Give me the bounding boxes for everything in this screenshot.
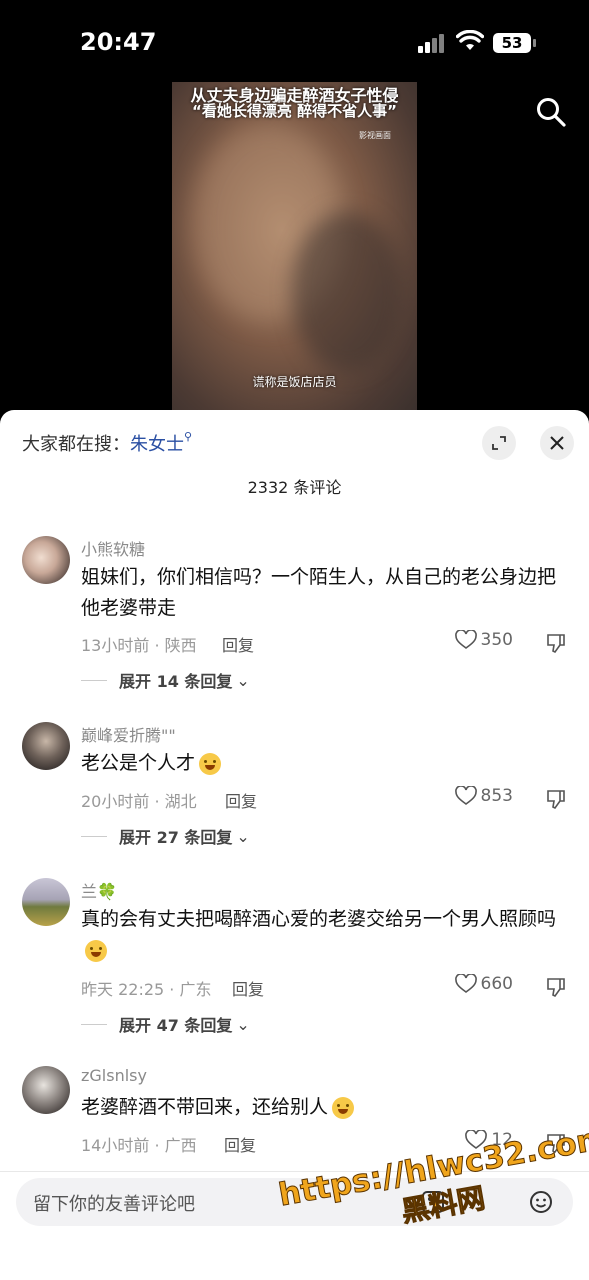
- video-player[interactable]: 从丈夫身边骗走醉酒女子性侵 “看她长得漂亮 醉得不省人事” 影视画面 谎称是饭店…: [172, 82, 417, 412]
- expand-icon: [492, 436, 506, 450]
- video-caption: 谎称是饭店店员: [252, 375, 337, 389]
- video-tag: 影视画面: [359, 131, 391, 140]
- comment-meta: 13小时前 · 陕西: [81, 636, 197, 655]
- expand-replies-label: 展开 14 条回复: [119, 672, 233, 691]
- cellular-signal-icon: [418, 33, 448, 53]
- hot-search-prefix: 大家都在搜：: [22, 434, 130, 455]
- expand-replies-label: 展开 27 条回复: [119, 828, 233, 847]
- avatar[interactable]: [22, 1066, 70, 1114]
- expand-button[interactable]: [482, 426, 516, 460]
- comment-text-wrap: 老公是个人才: [81, 748, 561, 779]
- like-button[interactable]: 660: [454, 974, 513, 994]
- comment-text-wrap: 老婆醉酒不带回来，还给别人: [81, 1092, 561, 1123]
- like-button[interactable]: 853: [454, 786, 513, 806]
- avatar[interactable]: [22, 878, 70, 926]
- expand-replies[interactable]: 展开 47 条回复 ⌄: [81, 1012, 250, 1036]
- comment-text: 姐妹们，你们相信吗？一个陌生人，从自己的老公身边把他老婆带走: [81, 566, 557, 619]
- comment-text: 老婆醉酒不带回来，还给别人: [81, 1096, 329, 1118]
- reply-button[interactable]: 回复: [224, 1132, 256, 1156]
- comment-text: 老公是个人才: [81, 752, 196, 774]
- comment-username[interactable]: 小熊软糖: [81, 536, 145, 560]
- expand-replies[interactable]: 展开 14 条回复 ⌄: [81, 668, 250, 692]
- like-button[interactable]: 350: [454, 630, 513, 650]
- like-count: 350: [480, 630, 513, 650]
- heart-icon: [454, 974, 477, 993]
- like-count: 853: [480, 786, 513, 806]
- expand-replies[interactable]: 展开 27 条回复 ⌄: [81, 824, 250, 848]
- comment-username[interactable]: 巅峰爱折腾"": [81, 722, 176, 746]
- dislike-icon[interactable]: [545, 976, 567, 998]
- heart-icon: [454, 630, 477, 649]
- search-small-icon: ⚲: [184, 430, 193, 443]
- avatar[interactable]: [22, 722, 70, 770]
- reply-button[interactable]: 回复: [232, 976, 264, 1000]
- comment-meta: 昨天 22:25 · 广东: [81, 980, 212, 999]
- close-button[interactable]: [540, 426, 574, 460]
- comment-text: 真的会有丈夫把喝醉酒心爱的老婆交给另一个男人照顾吗: [81, 908, 557, 930]
- dislike-icon[interactable]: [545, 788, 567, 810]
- status-bar: 20:47 53: [0, 0, 589, 80]
- dislike-icon[interactable]: [545, 632, 567, 654]
- battery-indicator: 53: [493, 33, 536, 53]
- comment-text-wrap: 真的会有丈夫把喝醉酒心爱的老婆交给另一个男人照顾吗: [81, 904, 561, 966]
- video-title-line2: “看她长得漂亮 醉得不省人事”: [192, 102, 397, 120]
- laughing-emoji-icon: [199, 752, 222, 775]
- search-icon[interactable]: [535, 96, 567, 128]
- smiling-emoji-icon: [332, 1096, 355, 1119]
- reply-button[interactable]: 回复: [222, 632, 254, 656]
- comment-meta: 14小时前 · 广西: [81, 1136, 197, 1155]
- comment-input-placeholder: 留下你的友善评论吧: [33, 1194, 195, 1215]
- heart-icon: [454, 786, 477, 805]
- expand-replies-label: 展开 47 条回复: [119, 1016, 233, 1035]
- grinning-sweat-emoji-icon: [85, 939, 107, 962]
- hot-search-keyword[interactable]: 朱女士: [130, 434, 184, 455]
- comment-username[interactable]: zGlsnlsy: [81, 1066, 147, 1085]
- comment-count: 2332 条评论: [247, 478, 342, 497]
- status-time: 20:47: [80, 28, 157, 56]
- like-count: 660: [480, 974, 513, 994]
- reply-button[interactable]: 回复: [225, 788, 257, 812]
- comment-username[interactable]: 兰🍀: [81, 878, 117, 902]
- wifi-icon: [456, 30, 484, 50]
- close-icon: [550, 436, 564, 450]
- hot-search[interactable]: 大家都在搜：朱女士⚲: [22, 430, 192, 456]
- avatar[interactable]: [22, 536, 70, 584]
- comment-meta: 20小时前 · 湖北: [81, 792, 197, 811]
